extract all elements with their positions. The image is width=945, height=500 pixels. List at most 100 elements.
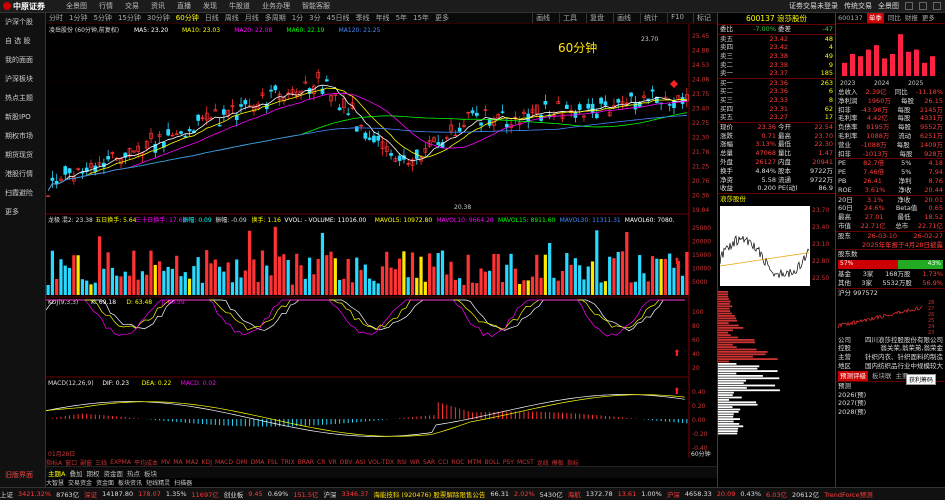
timeframe-tab[interactable]: 月线 [245, 13, 259, 23]
indicator-tab[interactable]: TRIX [281, 459, 295, 466]
timeframe-tab[interactable]: 1分钟 [69, 13, 87, 23]
indicator-tab[interactable]: DMI [236, 459, 248, 466]
timeframe-tab[interactable]: 45日线 [327, 13, 350, 23]
tool-button[interactable]: F10 [667, 13, 687, 23]
menu-item[interactable]: 直播 [177, 1, 191, 11]
timeframe-tab[interactable]: 15分钟 [118, 13, 141, 23]
timeframe-tab[interactable]: 3分 [309, 13, 320, 23]
order-row[interactable]: 买二 23.36 6 [718, 87, 835, 96]
tool-button[interactable]: 工具 [559, 13, 580, 23]
forecast-tab[interactable]: 板块联 [872, 371, 892, 381]
forecast-tab[interactable]: 预测评级 [838, 370, 868, 381]
indicator-button[interactable]: 主题A [48, 468, 65, 478]
indicator-tab[interactable]: MTM [467, 459, 481, 466]
timeframe-tab[interactable]: 30分钟 [147, 13, 170, 23]
indicator-tab[interactable]: VOL-TDX [368, 459, 394, 466]
timeframe-tab[interactable]: 15年 [413, 13, 429, 23]
menu-item[interactable]: 牛股道 [229, 1, 250, 11]
sidebar-item[interactable]: 我的面面 [0, 51, 45, 70]
order-row[interactable]: 卖四 23.42 4 [718, 43, 835, 52]
finance-tab[interactable]: 同比 [888, 13, 901, 23]
indicator-tab[interactable]: CR [317, 459, 325, 466]
timeframe-tab[interactable]: 季线 [356, 13, 370, 23]
finance-tab[interactable]: 更多 [922, 13, 935, 23]
menu-item[interactable]: 行情 [99, 1, 113, 11]
order-row[interactable]: 卖五 23.42 48 [718, 35, 835, 44]
menu-item[interactable]: 业务办理 [262, 1, 290, 11]
finance-tab[interactable]: 单季 [866, 13, 884, 23]
sidebar-item[interactable]: 沪深个股 [0, 13, 45, 32]
indicator-button[interactable]: 期权 [86, 468, 99, 478]
indicator-tab[interactable]: OBV [340, 459, 353, 466]
info-link[interactable]: 大智慧 [46, 478, 64, 487]
chart-area[interactable]: 凌岳股份 (60分钟,前复权) MA5: 23.20 MA10: 23.03 MA2… [45, 24, 717, 458]
indicator-tab[interactable]: BRAR [298, 459, 314, 466]
timeframe-tab[interactable]: 周线 [225, 13, 239, 23]
timeframe-tab[interactable]: 60分钟 [176, 13, 199, 23]
timeframe-tab[interactable]: 日线 [205, 13, 219, 23]
timeframe-tab[interactable]: 5年 [396, 13, 407, 23]
indicator-button[interactable]: 叠加 [69, 468, 82, 478]
indicator-tab[interactable]: PSY [503, 459, 514, 466]
sidebar-item[interactable]: 更多 [0, 203, 45, 222]
timeframe-tab[interactable]: 分时 [49, 13, 63, 23]
menu-item[interactable]: 全景图 [66, 1, 87, 11]
indicator-tab[interactable]: FSL [267, 459, 278, 466]
sidebar-item[interactable]: 期货现货 [0, 146, 45, 165]
indicator-tab[interactable]: MV [161, 459, 170, 466]
menu-item[interactable]: 发现 [203, 1, 217, 11]
order-row[interactable]: 买四 23.31 62 [718, 105, 835, 114]
sidebar-item[interactable]: 沪深板块 [0, 70, 45, 89]
timeframe-tab[interactable]: 1分 [292, 13, 303, 23]
indicator-button[interactable]: 热点 [127, 468, 140, 478]
timeframe-tab[interactable]: 更多 [435, 13, 449, 23]
info-link[interactable]: 交易资金 [68, 478, 92, 487]
indicator-tab[interactable]: CCI [438, 459, 448, 466]
info-link[interactable]: 短线精灵 [146, 478, 170, 487]
order-row[interactable]: 买五 23.27 17 [718, 113, 835, 122]
sidebar-item[interactable]: 期权市场 [0, 127, 45, 146]
indicator-tab[interactable]: KDJ [202, 459, 212, 466]
tool-button[interactable]: 复盘 [586, 13, 607, 23]
status-news[interactable]: 海能技科 (920476) 股票解除限售公告 [373, 489, 485, 499]
maximize-icon[interactable] [919, 2, 927, 10]
timeframe-tab[interactable]: 5分钟 [93, 13, 111, 23]
indicator-tab[interactable]: MCST [517, 459, 534, 466]
tool-button[interactable]: 画线 [613, 13, 634, 23]
timeframe-tab[interactable]: 年线 [376, 13, 390, 23]
menu-item[interactable]: 资讯 [151, 1, 165, 11]
indicator-tab[interactable]: ROC [451, 459, 464, 466]
order-row[interactable]: 卖二 23.38 9 [718, 61, 835, 70]
minimize-icon[interactable] [905, 2, 913, 10]
info-link[interactable]: 扫描器 [174, 478, 192, 487]
top-link[interactable]: 证劵交易未登录 [789, 1, 838, 11]
indicator-tab[interactable]: DMA [251, 459, 265, 466]
menu-item[interactable]: 智能客服 [302, 1, 330, 11]
sidebar-item[interactable]: 热点主题 [0, 89, 45, 108]
tool-button[interactable]: 画线 [532, 13, 553, 23]
tool-button[interactable]: 统计 [640, 13, 661, 23]
quote-title[interactable]: 600137 浪莎股份 [718, 13, 835, 25]
tool-button[interactable]: 标记 [693, 13, 714, 23]
order-row[interactable]: 卖一 23.37 185 [718, 69, 835, 78]
indicator-tab[interactable]: SAR [423, 459, 435, 466]
indicator-tab[interactable]: WR [410, 459, 420, 466]
menu-item[interactable]: 交易 [125, 1, 139, 11]
order-row[interactable]: 卖三 23.38 49 [718, 52, 835, 61]
indicator-tab[interactable]: MACD [215, 459, 233, 466]
sidebar-item[interactable]: 新股IPO [0, 108, 45, 127]
old-version-link[interactable]: 旧版界面 [0, 466, 33, 485]
sidebar-item[interactable]: 自 选 股 [0, 32, 45, 51]
sidebar-item[interactable]: 港股行情 [0, 165, 45, 184]
indicator-tab[interactable]: EXPMA [110, 459, 131, 466]
indicator-button[interactable]: 板块 [144, 468, 157, 478]
indicator-tab[interactable]: ASI [355, 459, 365, 466]
top-link[interactable]: 传统交易 [844, 1, 872, 11]
close-icon[interactable] [933, 2, 941, 10]
finance-tab[interactable]: 财报 [905, 13, 918, 23]
info-link[interactable]: 板块资讯 [118, 478, 142, 487]
chip-distribution-chart[interactable] [718, 291, 835, 441]
timeframe-tab[interactable]: 多周期 [265, 13, 286, 23]
sidebar-item[interactable]: 扫霞避险 [0, 184, 45, 203]
indicator-tab[interactable]: RSI [397, 459, 407, 466]
